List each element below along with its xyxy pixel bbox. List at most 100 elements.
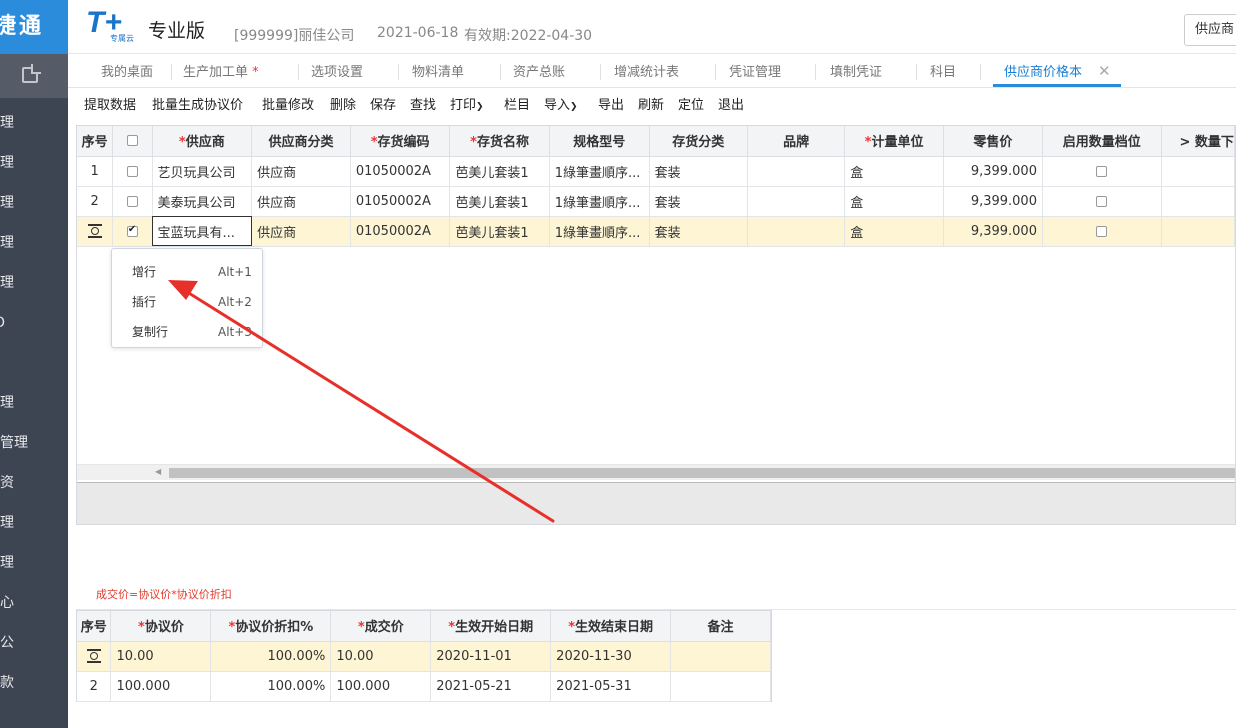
cell-code[interactable]: 01050002A [350,216,451,247]
sidebar-item[interactable]: 管理 [0,543,68,583]
menu-item-add-row[interactable]: 增行 Alt+1 [112,257,262,287]
col-header[interactable]: *供应商 [152,126,253,157]
tab-change-stats[interactable]: 增减统计表 [614,63,679,83]
col-header[interactable]: *存货名称 [449,126,550,157]
sidebar-item[interactable]: 工资 [0,463,68,503]
col-header[interactable]: *生效开始日期 [430,611,552,642]
table-row-selected[interactable]: 宝蓝玩具有... 供应商 01050002A 芭美儿套装1 1綠筆畫順序... … [77,216,1235,247]
col-header[interactable]: 供应商分类 [251,126,351,157]
col-header[interactable]: *生效结束日期 [550,611,672,642]
cell-name[interactable]: 芭美儿套装1 [449,216,550,247]
fetch-data-button[interactable]: 提取数据 [84,94,136,113]
col-header[interactable]: 零售价 [943,126,1043,157]
print-button[interactable]: 打印❯ [450,94,484,113]
tab-my-desktop[interactable]: 我的桌面 [101,63,153,83]
cell-price[interactable]: 9,399.000 [943,186,1043,217]
col-header[interactable]: 备注 [670,611,771,642]
row-select[interactable] [112,186,153,217]
cell-supplier[interactable]: 艺贝玩具公司 [152,156,253,187]
sidebar-item[interactable]: FO [0,303,68,343]
cell-unit[interactable]: 盒 [844,186,944,217]
cell-tier[interactable] [1042,216,1162,247]
refresh-button[interactable]: 刷新 [638,94,664,113]
row-select[interactable] [112,216,153,247]
table-row[interactable]: 1 艺贝玩具公司 供应商 01050002A 芭美儿套装1 1綠筆畫順序... … [77,156,1235,187]
scroll-left-icon[interactable]: ◀ [155,467,161,476]
cell-brand[interactable] [747,156,846,187]
tier-checkbox[interactable] [1096,195,1108,207]
tab-account[interactable]: 科目 [930,63,956,83]
cell-inv-class[interactable]: 套装 [649,216,748,247]
sidebar-item[interactable]: O [0,343,68,383]
cell-deal-price[interactable]: 10.00 [330,641,432,672]
search-input[interactable]: 供应商 [1184,14,1236,46]
tab-options[interactable]: 选项设置 [311,63,363,83]
row-menu-button[interactable] [77,216,114,247]
row-select[interactable] [112,156,153,187]
cell-discount[interactable]: 100.00% [210,671,332,702]
menu-item-insert-row[interactable]: 插行 Alt+2 [112,287,262,317]
cell-inv-class[interactable]: 套装 [649,156,748,187]
col-header[interactable]: *协议价 [110,611,212,642]
col-header[interactable]: 品牌 [747,126,846,157]
table-row[interactable]: 2 美泰玩具公司 供应商 01050002A 芭美儿套装1 1綠筆畫順序... … [77,186,1235,217]
col-header[interactable]: 序号 [77,611,112,642]
locate-button[interactable]: 定位 [678,94,704,113]
cell-discount[interactable]: 100.00% [210,641,332,672]
tier-checkbox[interactable] [1096,165,1108,177]
cell-brand[interactable] [747,216,846,247]
select-all-checkbox[interactable] [126,135,138,147]
cell-code[interactable]: 01050002A [350,156,451,187]
cell-unit[interactable]: 盒 [844,216,944,247]
export-button[interactable]: 导出 [598,94,624,113]
tab-voucher-mgmt[interactable]: 凭证管理 [729,63,781,83]
col-header[interactable]: 序号 [77,126,114,157]
row-checkbox[interactable] [126,195,138,207]
cell-name[interactable]: 芭美儿套装1 [449,156,550,187]
cell-qty[interactable] [1161,216,1235,247]
cell-qty[interactable] [1161,186,1235,217]
sidebar-item[interactable]: 管理 [0,143,68,183]
batch-generate-button[interactable]: 批量生成协议价 [152,94,243,113]
sidebar-item[interactable]: 管理 [0,183,68,223]
exit-button[interactable]: 退出 [718,94,744,113]
col-header-select-all[interactable] [112,126,153,157]
cell-qty[interactable] [1161,156,1235,187]
row-menu-button[interactable] [77,641,112,672]
sidebar-item[interactable]: 中心 [0,583,68,623]
save-button[interactable]: 保存 [370,94,396,113]
sidebar-item[interactable]: 贷款 [0,663,68,703]
row-checkbox[interactable] [126,224,138,237]
tab-supplier-price-book[interactable]: 供应商价格本 [1004,63,1082,83]
cell-supplier[interactable]: 宝蓝玩具有... [152,216,253,247]
cell-inv-class[interactable]: 套装 [649,186,748,217]
cell-note[interactable] [670,671,771,702]
cell-agreement-price[interactable]: 10.00 [110,641,212,672]
find-button[interactable]: 查找 [410,94,436,113]
menu-item-copy-row[interactable]: 复制行 Alt+3 [112,317,262,347]
cell-price[interactable]: 9,399.000 [943,156,1043,187]
table-row[interactable]: 2 100.000 100.00% 100.000 2021-05-21 202… [77,671,771,702]
batch-edit-button[interactable]: 批量修改 [262,94,314,113]
cell-category[interactable]: 供应商 [251,216,351,247]
cell-spec[interactable]: 1綠筆畫順序... [549,216,650,247]
tab-asset-ledger[interactable]: 资产总账 [513,63,565,83]
row-settings-icon[interactable] [86,649,101,663]
cell-spec[interactable]: 1綠筆畫順序... [549,156,650,187]
cell-name[interactable]: 芭美儿套装1 [449,186,550,217]
tab-production-order[interactable]: 生产加工单 * [183,63,259,83]
sidebar-item[interactable]: 管理 [0,383,68,423]
cell-start-date[interactable]: 2020-11-01 [430,641,552,672]
tier-checkbox[interactable] [1096,225,1108,237]
row-checkbox[interactable] [126,165,138,177]
cell-note[interactable] [670,641,771,672]
sidebar-item[interactable]: 司管理 [0,423,68,463]
sidebar-item[interactable]: 办公 [0,623,68,663]
cell-tier[interactable] [1042,156,1162,187]
sidebar-pin-button[interactable] [0,54,68,98]
cell-spec[interactable]: 1綠筆畫順序... [549,186,650,217]
table-row-selected[interactable]: 10.00 100.00% 10.00 2020-11-01 2020-11-3… [77,641,771,672]
cell-start-date[interactable]: 2021-05-21 [430,671,552,702]
horizontal-scrollbar[interactable]: ◀ [77,464,1235,480]
sidebar-item[interactable]: 管理 [0,223,68,263]
